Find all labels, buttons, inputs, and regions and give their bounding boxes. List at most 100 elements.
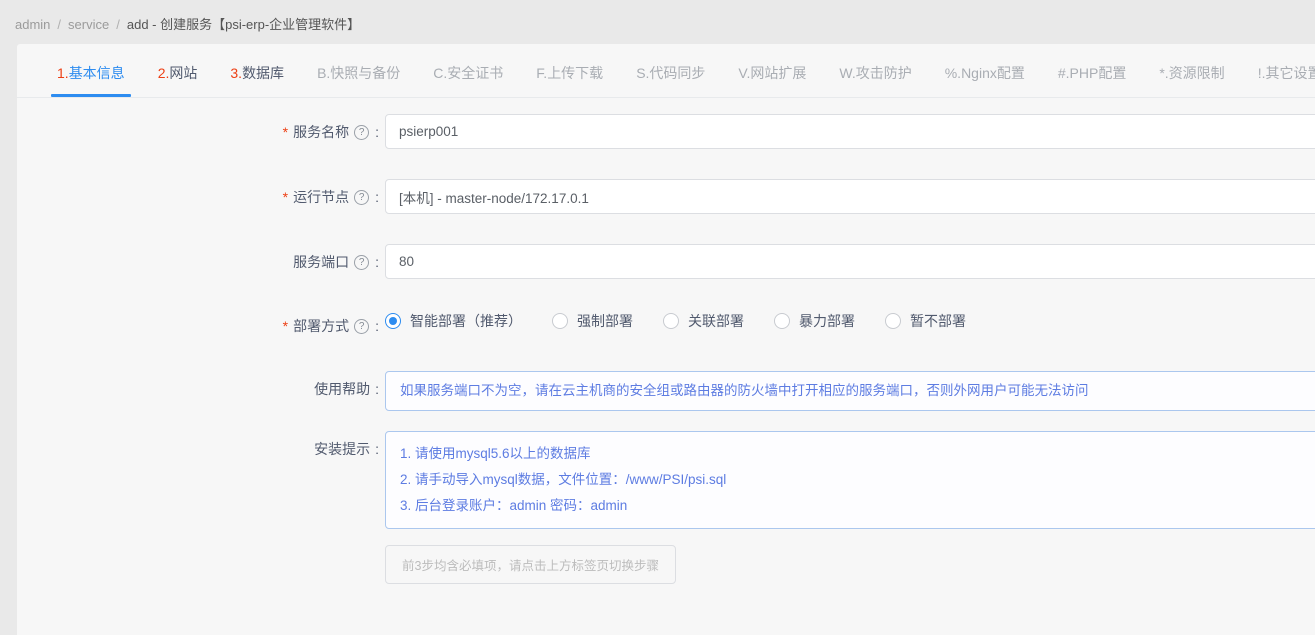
breadcrumb-item-service[interactable]: service bbox=[68, 17, 109, 32]
form-row-service-port: 服务端口 ? : bbox=[17, 244, 1315, 279]
required-mark: * bbox=[283, 318, 288, 334]
tab-website[interactable]: 2.网站 bbox=[158, 63, 198, 97]
tab-snapshot-backup[interactable]: B.快照与备份 bbox=[317, 63, 400, 97]
label-colon: : bbox=[375, 124, 379, 140]
radio-deploy-force[interactable]: 强制部署 bbox=[552, 311, 633, 331]
deploy-mode-label: * 部署方式 ? : bbox=[17, 309, 379, 336]
form-row-run-node: * 运行节点 ? : bbox=[17, 179, 1315, 214]
tab-upload-download[interactable]: F.上传下载 bbox=[536, 63, 603, 97]
tab-nginx-config[interactable]: %.Nginx配置 bbox=[945, 63, 1025, 97]
create-service-form: * 服务名称 ? : * 运行节点 ? : 服务端口 bbox=[17, 98, 1315, 584]
radio-deploy-brute[interactable]: 暴力部署 bbox=[774, 311, 855, 331]
run-node-label: * 运行节点 ? : bbox=[17, 179, 379, 207]
label-text: 运行节点 bbox=[293, 187, 349, 207]
form-row-deploy-mode: * 部署方式 ? : 智能部署（推荐） 强制部署 关联部署 bbox=[17, 309, 1315, 336]
tab-label: 资源限制 bbox=[1169, 65, 1225, 81]
label-colon: : bbox=[375, 318, 379, 334]
install-tips-label: 安装提示 : bbox=[17, 431, 379, 459]
help-icon[interactable]: ? bbox=[354, 190, 369, 205]
radio-unselected-icon bbox=[885, 313, 901, 329]
radio-unselected-icon bbox=[774, 313, 790, 329]
tab-database[interactable]: 3.数据库 bbox=[230, 63, 284, 97]
breadcrumb-current: add - 创建服务【psi-erp-企业管理软件】 bbox=[127, 17, 360, 32]
breadcrumb-item-admin[interactable]: admin bbox=[15, 17, 50, 32]
tab-label: Nginx配置 bbox=[961, 65, 1025, 81]
service-name-label: * 服务名称 ? : bbox=[17, 114, 379, 142]
tab-label: 安全证书 bbox=[447, 65, 503, 81]
tab-prefix: V. bbox=[738, 65, 750, 81]
tab-resource-limit[interactable]: *.资源限制 bbox=[1159, 63, 1224, 97]
help-icon[interactable]: ? bbox=[354, 125, 369, 140]
form-row-service-name: * 服务名称 ? : bbox=[17, 114, 1315, 149]
tab-label: 网站扩展 bbox=[750, 65, 806, 81]
tab-code-sync[interactable]: S.代码同步 bbox=[636, 63, 705, 97]
label-text: 安装提示 bbox=[314, 439, 370, 459]
tab-bar: 1.基本信息 2.网站 3.数据库 B.快照与备份 C.安全证书 F.上传下载 … bbox=[17, 44, 1315, 98]
tab-prefix: B. bbox=[317, 65, 330, 81]
install-tips-text: 1. 请使用mysql5.6以上的数据库 2. 请手动导入mysql数据，文件位… bbox=[385, 431, 1315, 529]
tab-prefix: *. bbox=[1159, 65, 1168, 81]
radio-unselected-icon bbox=[552, 313, 568, 329]
run-node-select[interactable] bbox=[385, 179, 1315, 214]
label-text: 服务端口 bbox=[293, 252, 349, 272]
required-mark: * bbox=[283, 189, 288, 205]
label-colon: : bbox=[375, 254, 379, 270]
radio-selected-icon bbox=[385, 313, 401, 329]
tab-ssl-cert[interactable]: C.安全证书 bbox=[433, 63, 503, 97]
install-tip-line: 3. 后台登录账户：admin 密码：admin bbox=[400, 493, 1315, 519]
tab-label: 其它设置 bbox=[1265, 65, 1315, 81]
tab-label: 快照与备份 bbox=[330, 65, 400, 81]
tab-php-config[interactable]: #.PHP配置 bbox=[1058, 63, 1126, 97]
tab-prefix: W. bbox=[839, 65, 855, 81]
tab-label: 攻击防护 bbox=[856, 65, 912, 81]
install-tip-line: 2. 请手动导入mysql数据，文件位置：/www/PSI/psi.sql bbox=[400, 467, 1315, 493]
service-port-input[interactable] bbox=[385, 244, 1315, 279]
radio-label: 智能部署（推荐） bbox=[410, 311, 522, 331]
radio-deploy-smart[interactable]: 智能部署（推荐） bbox=[385, 311, 522, 331]
help-icon[interactable]: ? bbox=[354, 255, 369, 270]
tab-label: 数据库 bbox=[242, 65, 284, 81]
content-panel: 1.基本信息 2.网站 3.数据库 B.快照与备份 C.安全证书 F.上传下载 … bbox=[17, 44, 1315, 635]
radio-deploy-none[interactable]: 暂不部署 bbox=[885, 311, 966, 331]
tab-prefix: #. bbox=[1058, 65, 1070, 81]
tab-label: PHP配置 bbox=[1070, 65, 1127, 81]
radio-label: 强制部署 bbox=[577, 311, 633, 331]
tab-label: 代码同步 bbox=[649, 65, 705, 81]
radio-label: 暂不部署 bbox=[910, 311, 966, 331]
radio-deploy-linked[interactable]: 关联部署 bbox=[663, 311, 744, 331]
tab-label: 上传下载 bbox=[547, 65, 603, 81]
tab-basic-info[interactable]: 1.基本信息 bbox=[57, 63, 125, 97]
install-tip-line: 1. 请使用mysql5.6以上的数据库 bbox=[400, 441, 1315, 467]
label-text: 使用帮助 bbox=[314, 379, 370, 399]
tab-site-extension[interactable]: V.网站扩展 bbox=[738, 63, 806, 97]
label-colon: : bbox=[375, 381, 379, 397]
usage-help-label: 使用帮助 : bbox=[17, 371, 379, 399]
form-row-usage-help: 使用帮助 : 如果服务端口不为空，请在云主机商的安全组或路由器的防火墙中打开相应… bbox=[17, 371, 1315, 411]
usage-help-text: 如果服务端口不为空，请在云主机商的安全组或路由器的防火墙中打开相应的服务端口，否… bbox=[385, 371, 1315, 411]
required-mark: * bbox=[283, 124, 288, 140]
tab-attack-defense[interactable]: W.攻击防护 bbox=[839, 63, 911, 97]
breadcrumb-separator: / bbox=[57, 17, 61, 32]
radio-label: 暴力部署 bbox=[799, 311, 855, 331]
tab-prefix: C. bbox=[433, 65, 447, 81]
service-name-input[interactable] bbox=[385, 114, 1315, 149]
label-text: 部署方式 bbox=[293, 316, 349, 336]
tab-prefix: 2. bbox=[158, 65, 170, 81]
breadcrumb: admin / service / add - 创建服务【psi-erp-企业管理软件】 bbox=[0, 0, 1315, 44]
help-icon[interactable]: ? bbox=[354, 319, 369, 334]
tab-prefix: %. bbox=[945, 65, 961, 81]
radio-label: 关联部署 bbox=[688, 311, 744, 331]
tab-prefix: F. bbox=[536, 65, 547, 81]
tab-label: 基本信息 bbox=[69, 65, 125, 81]
service-port-label: 服务端口 ? : bbox=[17, 244, 379, 272]
tab-other-settings[interactable]: !.其它设置 bbox=[1258, 63, 1315, 97]
breadcrumb-separator: / bbox=[116, 17, 120, 32]
radio-unselected-icon bbox=[663, 313, 679, 329]
label-text: 服务名称 bbox=[293, 122, 349, 142]
label-colon: : bbox=[375, 189, 379, 205]
label-colon: : bbox=[375, 441, 379, 457]
submit-disabled-button[interactable]: 前3步均含必填项，请点击上方标签页切换步骤 bbox=[385, 545, 676, 584]
tab-prefix: S. bbox=[636, 65, 649, 81]
tab-prefix: 1. bbox=[57, 65, 69, 81]
tab-prefix: 3. bbox=[230, 65, 242, 81]
